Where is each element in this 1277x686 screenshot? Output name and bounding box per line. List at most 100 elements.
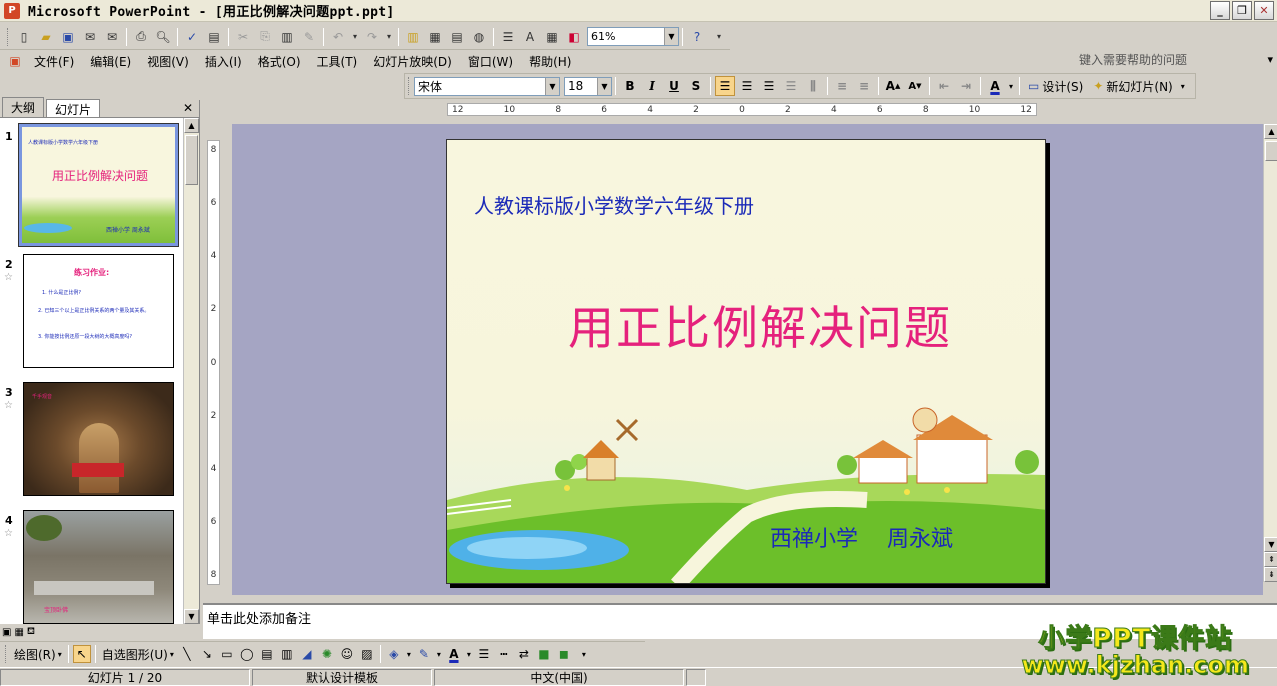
diagram-icon[interactable]: ✺	[318, 645, 336, 663]
menu-view[interactable]: 视图(V)	[139, 53, 197, 70]
scroll-up-icon[interactable]: ▲	[1264, 124, 1277, 139]
next-slide-icon[interactable]: ⇟	[1264, 567, 1277, 582]
menu-edit[interactable]: 编辑(E)	[82, 53, 139, 70]
print-preview-icon[interactable]: 🔍︎	[153, 27, 173, 47]
permission-icon[interactable]: ✉	[80, 27, 100, 47]
line-color-dropdown-icon[interactable]: ▾	[435, 645, 443, 663]
slide-scrollbar[interactable]: ▲ ▼ ⇞ ⇟	[1263, 124, 1277, 582]
scroll-thumb[interactable]	[1265, 141, 1277, 161]
normal-view-icon[interactable]: ▣	[2, 627, 11, 638]
spelling-icon[interactable]: ✓	[182, 27, 202, 47]
powerpoint-app-icon[interactable]: P	[4, 2, 20, 19]
research-icon[interactable]: ▤	[204, 27, 224, 47]
redo-dropdown-icon[interactable]: ▾	[384, 27, 394, 47]
save-icon[interactable]: ▣	[58, 27, 78, 47]
previous-slide-icon[interactable]: ⇞	[1264, 552, 1277, 567]
toolbar-grip[interactable]	[408, 77, 411, 95]
menu-window[interactable]: 窗口(W)	[460, 53, 521, 70]
line-style-icon[interactable]: ☰	[475, 645, 493, 663]
clipart-icon[interactable]: ☺	[338, 645, 356, 663]
menu-tools[interactable]: 工具(T)	[309, 53, 366, 70]
chevron-down-icon[interactable]: ▼	[664, 28, 678, 45]
new-file-icon[interactable]: ▯	[14, 27, 34, 47]
slide-thumbnail-4[interactable]: 宝顶卧佛	[23, 510, 174, 624]
line-color-icon[interactable]: ✎	[415, 645, 433, 663]
shadow-style-icon[interactable]: ■	[535, 645, 553, 663]
copy-icon[interactable]: ⎘	[255, 27, 275, 47]
document-icon[interactable]: ▣	[5, 51, 25, 71]
close-button[interactable]: ✕	[1254, 1, 1274, 20]
color-grayscale-icon[interactable]: ◧	[564, 27, 584, 47]
wordart-icon[interactable]: ◢	[298, 645, 316, 663]
font-color-dropdown-icon[interactable]: ▾	[1007, 76, 1015, 96]
toolbar-options-icon[interactable]: ▾	[1179, 76, 1187, 96]
slide-subtitle[interactable]: 人教课标版小学数学六年级下册	[474, 190, 754, 219]
font-select[interactable]: 宋体 ▼	[414, 76, 560, 96]
toolbar-options-icon[interactable]: ▾	[709, 27, 729, 47]
undo-dropdown-icon[interactable]: ▾	[350, 27, 360, 47]
menu-format[interactable]: 格式(O)	[250, 53, 309, 70]
3d-style-icon[interactable]: ◼	[555, 645, 573, 663]
toolbar-grip[interactable]	[7, 27, 10, 46]
restore-button[interactable]: ❐	[1232, 1, 1252, 20]
bullets-icon[interactable]: ≡	[854, 76, 874, 96]
cut-icon[interactable]: ✂	[233, 27, 253, 47]
textbox-icon[interactable]: ▤	[258, 645, 276, 663]
increase-indent-icon[interactable]: ⇥	[956, 76, 976, 96]
increase-font-icon[interactable]: A ▲	[883, 76, 903, 96]
close-pane-icon[interactable]: ✕	[183, 101, 193, 115]
align-left-icon[interactable]: ☰	[715, 76, 735, 96]
print-icon[interactable]: ⎙	[131, 27, 151, 47]
italic-icon[interactable]: I	[642, 76, 662, 96]
minimize-button[interactable]: _	[1210, 1, 1230, 20]
new-slide-button[interactable]: ✦ 新幻灯片(N)	[1088, 76, 1177, 96]
dash-style-icon[interactable]: ┅	[495, 645, 513, 663]
font-size-select[interactable]: 18 ▼	[564, 76, 612, 96]
slide-sorter-icon[interactable]: ▦	[14, 627, 23, 638]
tab-slides[interactable]: 幻灯片	[46, 99, 101, 117]
help-dropdown-icon[interactable]: ▾	[1267, 53, 1273, 66]
vertical-textbox-icon[interactable]: ▥	[278, 645, 296, 663]
distributed-icon[interactable]: ⫼	[803, 76, 823, 96]
align-center-icon[interactable]: ☰	[737, 76, 757, 96]
decrease-font-icon[interactable]: A ▼	[905, 76, 925, 96]
justify-icon[interactable]: ☰	[781, 76, 801, 96]
font-color-dropdown-icon[interactable]: ▾	[465, 645, 473, 663]
vertical-ruler[interactable]: 8 6 4 2 0 2 4 6 8	[207, 140, 220, 585]
menu-file[interactable]: 文件(F)	[26, 53, 82, 70]
zoom-select[interactable]: 61% ▼	[587, 27, 679, 46]
chevron-down-icon[interactable]: ▼	[545, 77, 559, 95]
draw-menu-button[interactable]: 绘图(R) ▾	[11, 646, 65, 663]
picture-icon[interactable]: ▨	[358, 645, 376, 663]
insert-picture-icon[interactable]: ◍	[469, 27, 489, 47]
slide-thumbnail-1[interactable]: 人教课标版小学数学六年级下册 用正比例解决问题 西禅小学 周永斌	[18, 123, 179, 247]
menu-insert[interactable]: 插入(I)	[197, 53, 250, 70]
oval-icon[interactable]: ◯	[238, 645, 256, 663]
toolbar-grip[interactable]	[5, 645, 8, 663]
design-button[interactable]: ▭ 设计(S)	[1023, 76, 1088, 96]
thumbnail-scrollbar[interactable]: ▲ ▼	[183, 118, 199, 624]
help-search-input[interactable]: 键入需要帮助的问题	[1079, 51, 1259, 68]
tab-outline[interactable]: 大纲	[2, 97, 45, 117]
insert-chart-icon[interactable]: ▥	[403, 27, 423, 47]
format-painter-icon[interactable]: ✎	[299, 27, 319, 47]
fill-color-dropdown-icon[interactable]: ▾	[405, 645, 413, 663]
expand-all-icon[interactable]: ☰	[498, 27, 518, 47]
horizontal-ruler[interactable]: 12 10 8 6 4 2 0 2 4 6 8 10 12	[447, 103, 1037, 116]
slideshow-icon[interactable]: ⛾	[27, 626, 35, 639]
paste-icon[interactable]: ▥	[277, 27, 297, 47]
numbering-icon[interactable]: ≡	[832, 76, 852, 96]
email-icon[interactable]: ✉	[102, 27, 122, 47]
show-grid-icon[interactable]: ▦	[542, 27, 562, 47]
underline-icon[interactable]: U	[664, 76, 684, 96]
menu-slideshow[interactable]: 幻灯片放映(D)	[365, 53, 460, 70]
slide-author[interactable]: 西禅小学 周永斌	[770, 521, 953, 553]
show-formatting-icon[interactable]: A	[520, 27, 540, 47]
fill-color-icon[interactable]: ◈	[385, 645, 403, 663]
bold-icon[interactable]: B	[620, 76, 640, 96]
decrease-indent-icon[interactable]: ⇤	[934, 76, 954, 96]
autoshapes-button[interactable]: 自选图形(U) ▾	[99, 646, 177, 663]
align-right-icon[interactable]: ☰	[759, 76, 779, 96]
arrow-style-icon[interactable]: ⇄	[515, 645, 533, 663]
scroll-down-icon[interactable]: ▼	[184, 609, 199, 624]
